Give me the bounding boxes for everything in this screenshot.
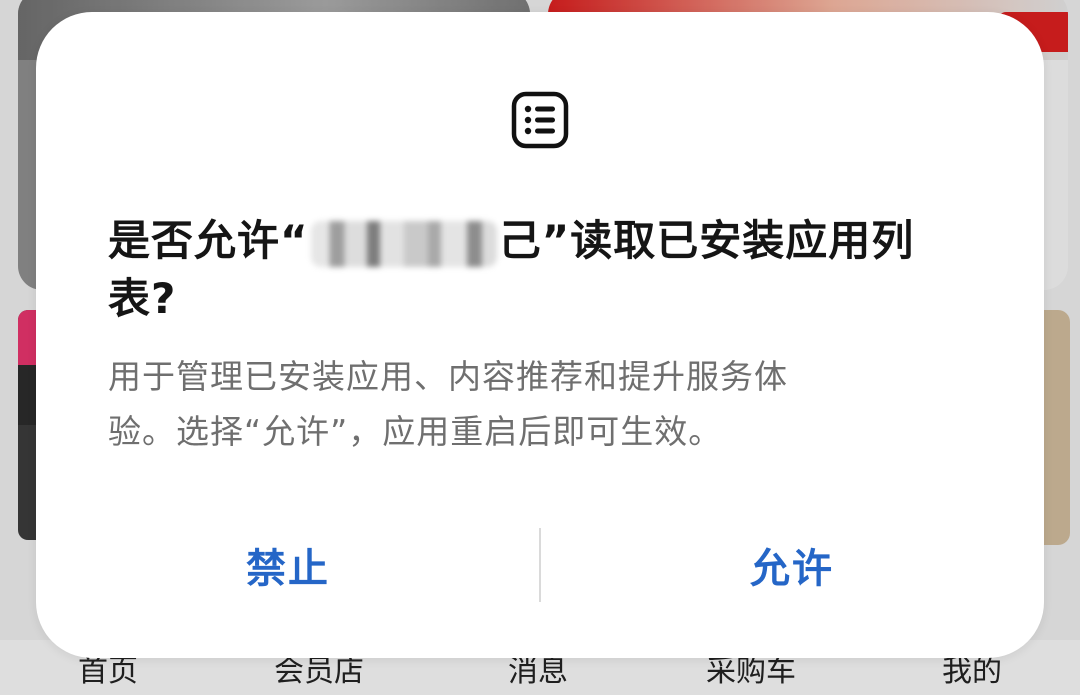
description-line-2: 验。选择“允许”，应用重启后即可生效。	[108, 412, 723, 451]
title-prefix: 是否允许“	[108, 216, 309, 265]
redacted-app-name	[310, 220, 497, 267]
dialog-description: 用于管理已安装应用、内容推荐和提升服务体 验。选择“允许”，应用重启后即可生效。	[108, 349, 988, 459]
permission-dialog: 是否允许“ 己”读取已安装应用列 表? 用于管理已安装应用、内容推荐和提升服务体 …	[36, 12, 1044, 658]
deny-button[interactable]: 禁止	[36, 522, 540, 608]
dialog-title: 是否允许“ 己”读取已安装应用列 表?	[108, 212, 968, 328]
title-suffix-char: 己	[498, 216, 542, 265]
dialog-button-row: 禁止 允许	[36, 522, 1044, 608]
title-line-2: 表?	[108, 274, 177, 323]
allow-button[interactable]: 允许	[540, 522, 1044, 608]
list-icon	[511, 91, 569, 149]
title-line-1: 是否允许“ 己”读取已安装应用列	[108, 212, 968, 270]
title-after: ”读取已安装应用列	[541, 216, 915, 265]
screen: 首页 会员店 消息 采购车 我的 是否允许“ 己”读取已安装应用列 表? 用于管理…	[0, 0, 1080, 695]
description-line-1: 用于管理已安装应用、内容推荐和提升服务体	[108, 357, 788, 396]
